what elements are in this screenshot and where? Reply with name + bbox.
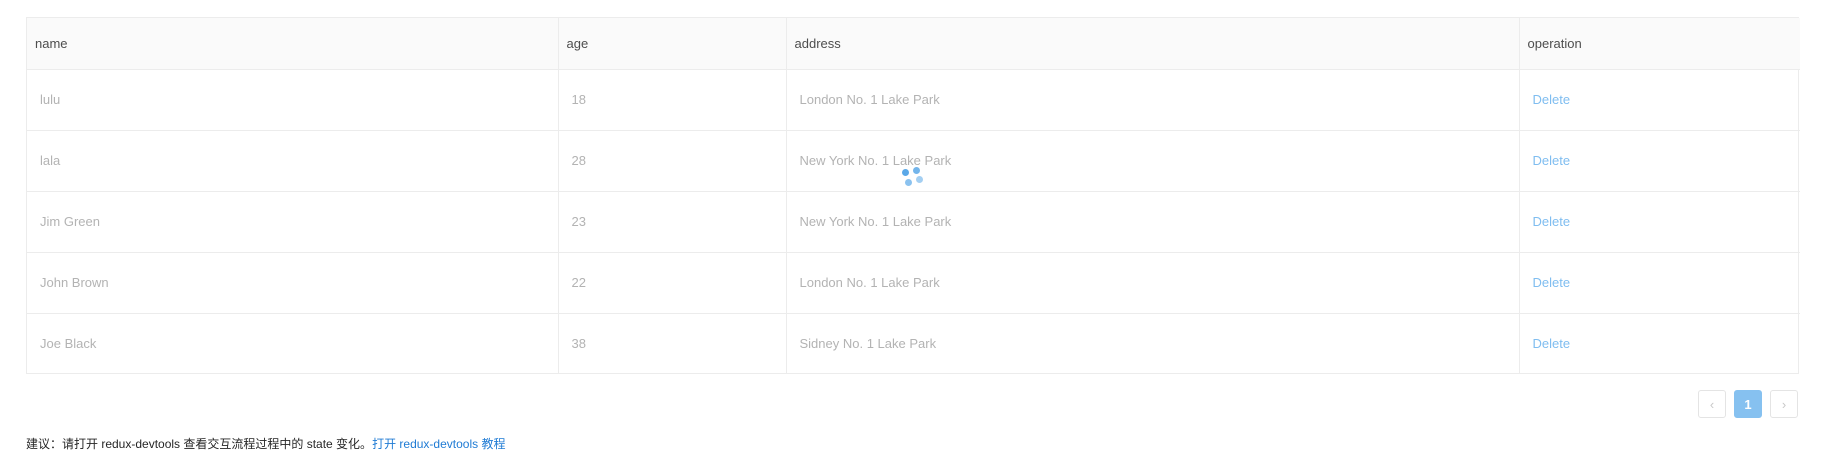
loading-spinner-icon (900, 166, 924, 190)
table-header-row: name age address operation (27, 18, 1800, 70)
data-table: name age address operation lulu 18 Londo… (26, 17, 1800, 374)
tip-text: 建议：请打开 redux-devtools 查看交互流程过程中的 state 变… (26, 437, 373, 451)
cell-name: lulu (27, 69, 559, 130)
delete-link[interactable]: Delete (1533, 214, 1571, 229)
cell-name: Jim Green (27, 191, 559, 252)
cell-operation: Delete (1519, 252, 1800, 313)
cell-operation: Delete (1519, 313, 1800, 374)
delete-link[interactable]: Delete (1533, 92, 1571, 107)
prev-page-button[interactable]: ‹ (1698, 390, 1726, 418)
pagination: ‹ 1 › (1698, 390, 1798, 418)
cell-operation: Delete (1519, 191, 1800, 252)
cell-name: Joe Black (27, 313, 559, 374)
cell-age: 22 (558, 252, 787, 313)
table-row: Joe Black 38 Sidney No. 1 Lake Park Dele… (27, 313, 1800, 374)
delete-link[interactable]: Delete (1533, 336, 1571, 351)
cell-age: 23 (558, 191, 787, 252)
cell-operation: Delete (1519, 69, 1800, 130)
delete-link[interactable]: Delete (1533, 153, 1571, 168)
cell-operation: Delete (1519, 130, 1800, 191)
cell-age: 38 (558, 313, 787, 374)
cell-age: 18 (558, 69, 787, 130)
cell-name: lala (27, 130, 559, 191)
cell-age: 28 (558, 130, 787, 191)
table-row: John Brown 22 London No. 1 Lake Park Del… (27, 252, 1800, 313)
spinner-dot (916, 176, 923, 183)
table-row: lulu 18 London No. 1 Lake Park Delete (27, 69, 1800, 130)
delete-link[interactable]: Delete (1533, 275, 1571, 290)
cell-name: John Brown (27, 252, 559, 313)
redux-devtools-tutorial-link[interactable]: 打开 redux-devtools 教程 (372, 437, 505, 451)
column-header-operation: operation (1519, 18, 1800, 70)
cell-address: New York No. 1 Lake Park (786, 191, 1520, 252)
page-1-button[interactable]: 1 (1734, 390, 1762, 418)
cell-address: New York No. 1 Lake Park (786, 130, 1520, 191)
column-header-address: address (786, 18, 1520, 70)
tip-note: 建议：请打开 redux-devtools 查看交互流程过程中的 state 变… (26, 435, 505, 452)
spinner-dot (913, 167, 920, 174)
next-page-button[interactable]: › (1770, 390, 1798, 418)
cell-address: London No. 1 Lake Park (786, 252, 1520, 313)
cell-address: Sidney No. 1 Lake Park (786, 313, 1520, 374)
chevron-right-icon: › (1781, 396, 1787, 412)
cell-address: London No. 1 Lake Park (786, 69, 1520, 130)
spinner-dot (902, 169, 909, 176)
table-row: Jim Green 23 New York No. 1 Lake Park De… (27, 191, 1800, 252)
spinner-dot (905, 179, 912, 186)
chevron-left-icon: ‹ (1709, 396, 1715, 412)
column-header-name: name (27, 18, 559, 70)
column-header-age: age (558, 18, 787, 70)
